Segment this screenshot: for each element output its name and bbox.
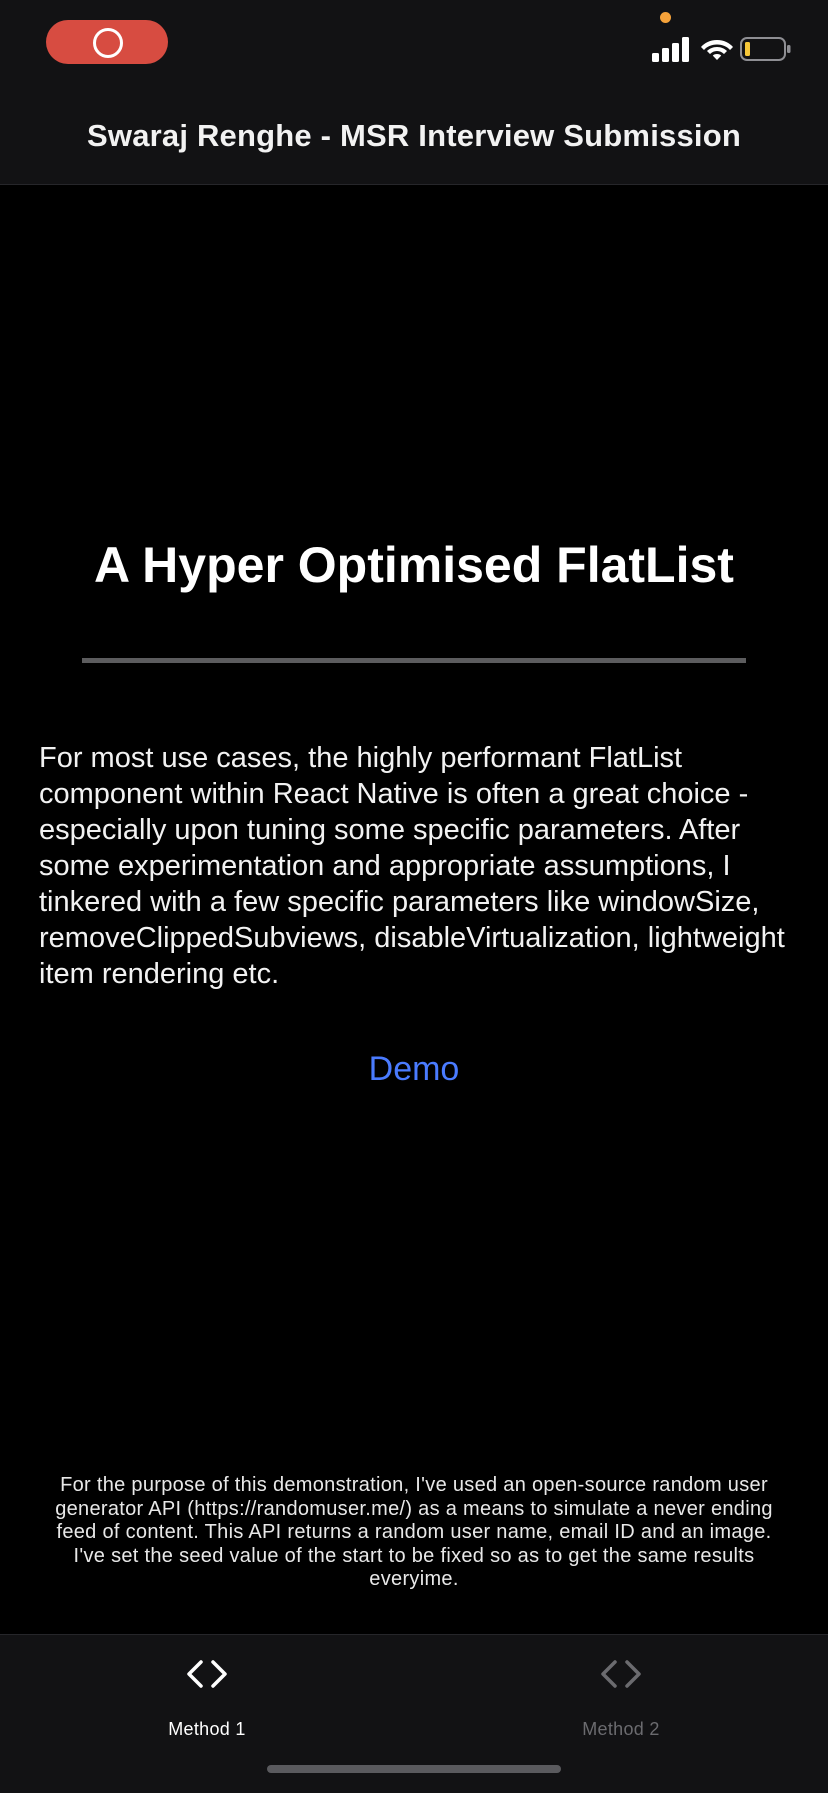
battery-low-icon <box>740 37 791 61</box>
page-header-title: Swaraj Renghe - MSR Interview Submission <box>87 118 741 153</box>
top-bar: Swaraj Renghe - MSR Interview Submission <box>0 0 828 185</box>
tab-method-2[interactable]: Method 2 <box>414 1635 828 1745</box>
wifi-icon <box>701 40 733 60</box>
home-indicator[interactable] <box>267 1765 561 1773</box>
bottom-tab-bar: Method 1 Method 2 <box>0 1634 828 1793</box>
description-text: For most use cases, the highly performan… <box>39 742 785 990</box>
tab-method-1[interactable]: Method 1 <box>0 1635 414 1745</box>
hero-title: A Hyper Optimised FlatList <box>94 537 734 593</box>
privacy-indicator-dot <box>660 12 671 23</box>
footnote-text: For the purpose of this demonstration, I… <box>55 1474 773 1590</box>
tab-label: Method 1 <box>168 1719 246 1739</box>
tab-label: Method 2 <box>582 1719 660 1739</box>
screen-record-icon[interactable] <box>46 20 168 64</box>
title-divider <box>82 658 746 663</box>
code-icon <box>601 1660 641 1688</box>
record-ring <box>93 28 123 58</box>
demo-link[interactable]: Demo <box>0 1050 828 1089</box>
cellular-signal-icon <box>652 36 692 62</box>
code-icon <box>187 1660 227 1688</box>
